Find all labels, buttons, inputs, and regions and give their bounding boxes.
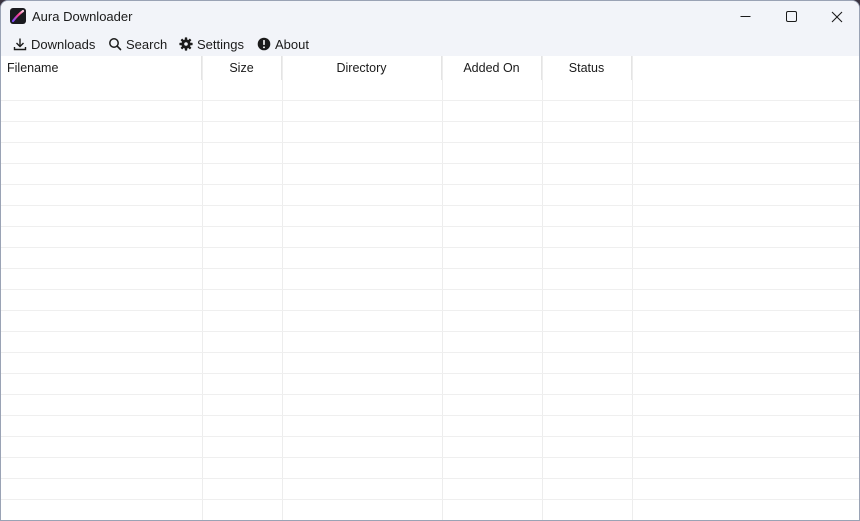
menu-bar: Downloads Search Settings About	[1, 32, 859, 56]
empty-table-row	[1, 142, 859, 143]
close-icon	[831, 11, 843, 22]
menu-settings[interactable]: Settings	[179, 35, 244, 53]
info-icon	[257, 37, 271, 51]
empty-table-row	[1, 394, 859, 395]
empty-table-row	[1, 163, 859, 164]
maximize-icon	[785, 11, 797, 22]
empty-table-row	[1, 436, 859, 437]
empty-table-row	[1, 268, 859, 269]
empty-table-row	[1, 247, 859, 248]
menu-about-label: About	[275, 36, 309, 52]
menu-search-label: Search	[126, 36, 168, 52]
column-header-added-on[interactable]: Added On	[442, 56, 542, 80]
empty-table-row	[1, 415, 859, 416]
empty-table-row	[1, 478, 859, 479]
column-header-filename[interactable]: Filename	[1, 56, 202, 80]
empty-table-row	[1, 184, 859, 185]
search-icon	[108, 37, 122, 51]
gear-icon	[179, 37, 193, 51]
empty-table-row	[1, 457, 859, 458]
menu-settings-label: Settings	[197, 36, 244, 52]
maximize-button[interactable]	[768, 1, 814, 32]
app-window: Aura Downloader Downloads Search Setting…	[0, 0, 860, 521]
empty-table-row	[1, 499, 859, 500]
menu-downloads-label: Downloads	[31, 36, 96, 52]
title-bar[interactable]: Aura Downloader	[1, 1, 859, 32]
empty-table-row	[1, 205, 859, 206]
empty-table-row	[1, 352, 859, 353]
empty-table-row	[1, 310, 859, 311]
menu-about[interactable]: About	[257, 35, 309, 53]
app-logo-icon	[10, 8, 26, 24]
empty-table-row	[1, 289, 859, 290]
menu-downloads[interactable]: Downloads	[13, 35, 95, 53]
menu-search[interactable]: Search	[108, 35, 167, 53]
window-title: Aura Downloader	[32, 9, 133, 24]
column-header-directory[interactable]: Directory	[282, 56, 442, 80]
downloads-table[interactable]: Filename Size Directory Added On Status	[1, 56, 859, 520]
empty-table-row	[1, 121, 859, 122]
minimize-button[interactable]	[722, 1, 768, 32]
column-header-size[interactable]: Size	[202, 56, 282, 80]
empty-table-row	[1, 226, 859, 227]
minimize-icon	[740, 16, 750, 17]
empty-table-row	[1, 331, 859, 332]
download-icon	[13, 37, 27, 51]
empty-table-row	[1, 100, 859, 101]
close-button[interactable]	[814, 1, 859, 32]
empty-table-row	[1, 373, 859, 374]
column-header-status[interactable]: Status	[542, 56, 632, 80]
table-header: Filename Size Directory Added On Status	[1, 56, 859, 80]
